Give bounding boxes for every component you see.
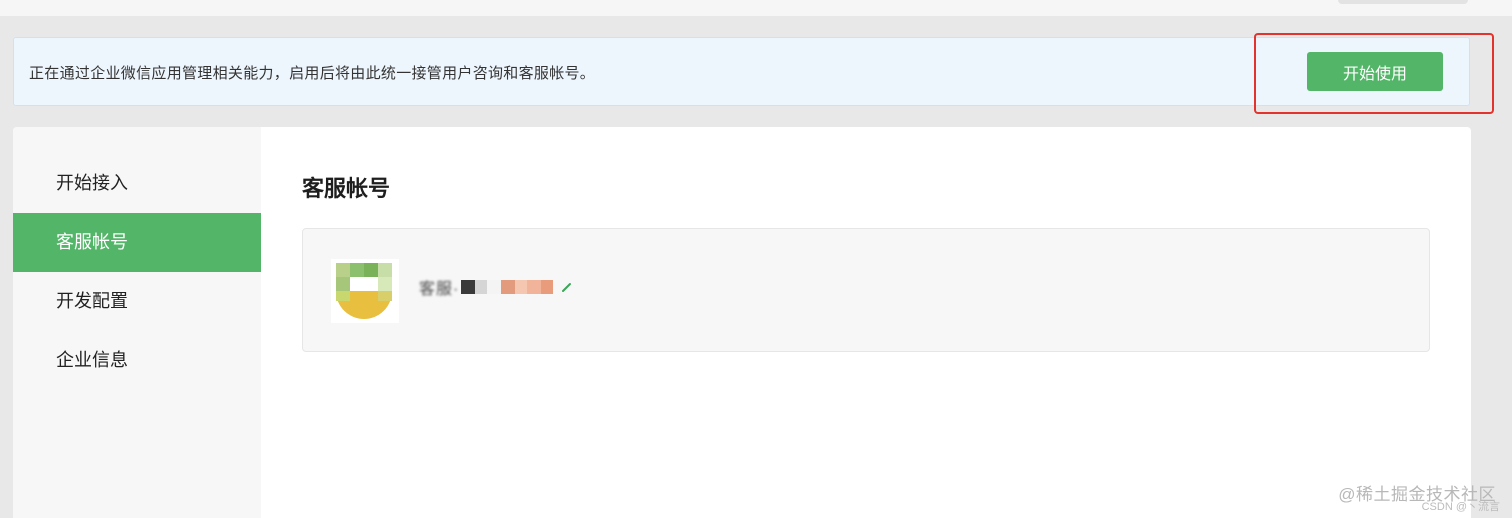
sidebar: 开始接入 客服帐号 开发配置 企业信息 [13,127,261,518]
sidebar-item-service-accounts[interactable]: 客服帐号 [13,213,261,272]
notice-text: 正在通过企业微信应用管理相关能力，启用后将由此统一接管用户咨询和客服帐号。 [29,65,596,82]
account-name-text: 客服· [419,281,460,298]
top-strip [0,0,1512,16]
watermark-sub: CSDN @丶流言 [1421,501,1500,513]
main-panel: 开始接入 客服帐号 开发配置 企业信息 客服帐号 客服· [13,127,1471,518]
edit-icon[interactable] [561,281,573,293]
content-area: 客服帐号 客服· [261,127,1471,518]
account-name: 客服· [419,277,573,298]
sidebar-item-dev-config[interactable]: 开发配置 [13,272,261,331]
page-title: 客服帐号 [302,176,391,201]
top-strip-edge [1338,0,1468,4]
notice-banner: 正在通过企业微信应用管理相关能力，启用后将由此统一接管用户咨询和客服帐号。 [13,37,1470,106]
account-card[interactable]: 客服· [302,228,1430,352]
page: 正在通过企业微信应用管理相关能力，启用后将由此统一接管用户咨询和客服帐号。 开始… [0,0,1512,518]
sidebar-item-company-info[interactable]: 企业信息 [13,331,261,390]
start-using-button[interactable]: 开始使用 [1307,52,1443,91]
avatar [331,259,399,323]
sidebar-item-getting-started[interactable]: 开始接入 [13,154,261,213]
